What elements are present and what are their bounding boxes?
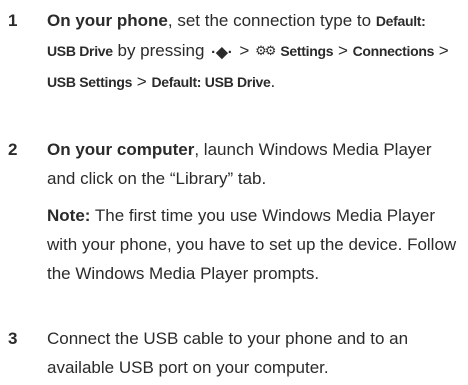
step-end-punct: .: [270, 72, 276, 91]
step-text: On your computer, launch Windows Media P…: [47, 135, 447, 193]
nav-key-icon: ·◆·: [211, 44, 233, 61]
step-text-a: , set the connection type to: [167, 11, 376, 30]
step-lead: On your phone: [47, 11, 168, 30]
step-number: 2: [8, 140, 18, 159]
menu-usb-drive-label: USB Drive: [47, 43, 113, 59]
menu-separator: >: [234, 41, 255, 60]
menu-default-usb-drive-label: Default: USB Drive: [151, 74, 271, 90]
step-number: 3: [8, 329, 18, 348]
note-block: Note: The first time you use Windows Med…: [47, 201, 457, 288]
settings-icon: ⚙⚙: [255, 44, 276, 59]
menu-connections-label: Connections: [352, 43, 435, 59]
step-number: 1: [8, 11, 18, 30]
menu-usb-settings-label: USB Settings: [47, 74, 133, 90]
menu-separator: >: [132, 72, 152, 91]
menu-separator: >: [434, 41, 449, 60]
menu-settings-label: Settings: [280, 43, 334, 59]
document-page: 1 On your phone, set the connection type…: [0, 0, 468, 385]
step-text: Connect the USB cable to your phone and …: [47, 324, 452, 382]
step-text-b: by pressing: [112, 41, 210, 60]
step-text: On your phone, set the connection type t…: [47, 6, 462, 97]
note-label: Note:: [47, 206, 91, 225]
step-text-body: Connect the USB cable to your phone and …: [47, 329, 409, 377]
menu-default-label: Default:: [375, 13, 426, 29]
note-text: The first time you use Windows Media Pla…: [47, 206, 457, 283]
menu-separator: >: [333, 41, 353, 60]
step-lead: On your computer: [47, 140, 195, 159]
